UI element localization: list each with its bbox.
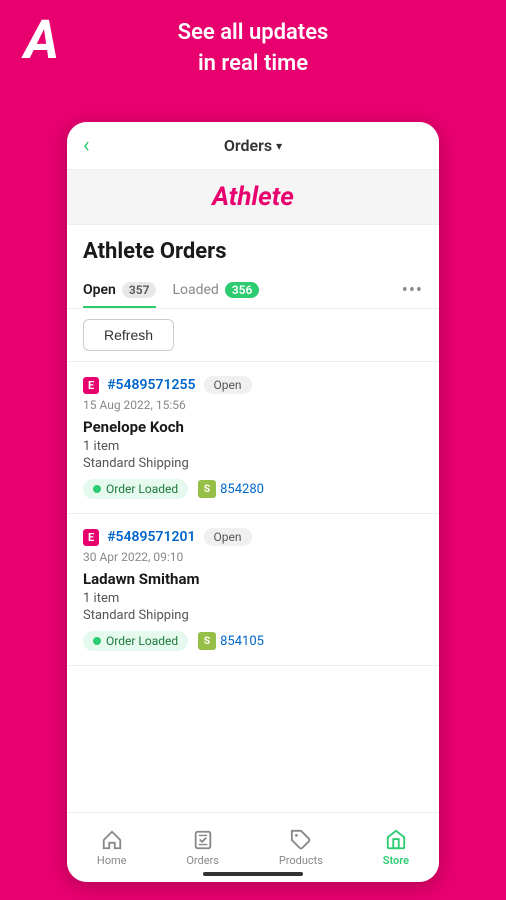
products-icon xyxy=(290,829,312,851)
bottom-nav-store[interactable]: Store xyxy=(373,823,419,873)
svg-text:S: S xyxy=(204,636,210,647)
order-shipping: Standard Shipping xyxy=(83,456,423,471)
bottom-nav-store-label: Store xyxy=(383,854,409,867)
shopify-link[interactable]: S 854105 xyxy=(198,632,264,650)
refresh-button[interactable]: Refresh xyxy=(83,319,174,351)
store-icon xyxy=(385,829,407,851)
shopify-icon: S xyxy=(198,480,216,498)
nav-dropdown-icon[interactable]: ▾ xyxy=(276,139,282,153)
tab-open-badge: 357 xyxy=(122,282,157,298)
page-title: Athlete Orders xyxy=(83,239,423,264)
svg-text:S: S xyxy=(204,484,210,495)
order-customer: Penelope Koch xyxy=(83,418,423,436)
bottom-nav-orders[interactable]: Orders xyxy=(176,823,229,873)
refresh-area: Refresh xyxy=(67,309,439,362)
order-number[interactable]: #5489571255 xyxy=(107,377,195,393)
tab-loaded-badge: 356 xyxy=(225,282,260,298)
tabs-more-button[interactable]: ••• xyxy=(402,280,423,301)
order-card: E #5489571201 Open 30 Apr 2022, 09:10 La… xyxy=(67,514,439,666)
order-status-badge: Open xyxy=(204,376,252,394)
brand-area: Athlete xyxy=(67,170,439,225)
tab-open[interactable]: Open 357 xyxy=(83,272,156,308)
nav-bar: ‹ Orders ▾ xyxy=(67,122,439,170)
bottom-nav-home-label: Home xyxy=(97,854,127,867)
order-date: 30 Apr 2022, 09:10 xyxy=(83,550,423,564)
nav-title: Orders xyxy=(224,136,272,155)
order-card: E #5489571255 Open 15 Aug 2022, 15:56 Pe… xyxy=(67,362,439,514)
orders-list: E #5489571255 Open 15 Aug 2022, 15:56 Pe… xyxy=(67,362,439,792)
order-loaded-badge: Order Loaded xyxy=(83,479,188,499)
header-tagline: See all updates in real time xyxy=(0,18,506,80)
back-button[interactable]: ‹ xyxy=(83,133,90,158)
order-customer: Ladawn Smitham xyxy=(83,570,423,588)
order-loaded-badge: Order Loaded xyxy=(83,631,188,651)
order-number[interactable]: #5489571201 xyxy=(107,529,195,545)
shopify-icon: S xyxy=(198,632,216,650)
phone-frame: ‹ Orders ▾ Athlete Athlete Orders Open 3… xyxy=(67,122,439,882)
orders-icon xyxy=(192,829,214,851)
order-date: 15 Aug 2022, 15:56 xyxy=(83,398,423,412)
brand-name: Athlete xyxy=(212,182,294,212)
order-items: 1 item xyxy=(83,591,423,606)
order-shipping: Standard Shipping xyxy=(83,608,423,623)
page-title-area: Athlete Orders xyxy=(67,225,439,272)
order-items: 1 item xyxy=(83,439,423,454)
order-source-badge: E xyxy=(83,529,99,546)
home-indicator xyxy=(203,872,303,876)
tab-loaded[interactable]: Loaded 356 xyxy=(172,272,259,308)
home-icon xyxy=(101,829,123,851)
shopify-link[interactable]: S 854280 xyxy=(198,480,264,498)
order-source-badge: E xyxy=(83,377,99,394)
bottom-nav-orders-label: Orders xyxy=(186,854,219,867)
bottom-nav-products-label: Products xyxy=(279,854,323,867)
order-status-badge: Open xyxy=(204,528,252,546)
bottom-nav-home[interactable]: Home xyxy=(87,823,137,873)
bottom-nav-products[interactable]: Products xyxy=(269,823,333,873)
tabs-area: Open 357 Loaded 356 ••• xyxy=(67,272,439,309)
